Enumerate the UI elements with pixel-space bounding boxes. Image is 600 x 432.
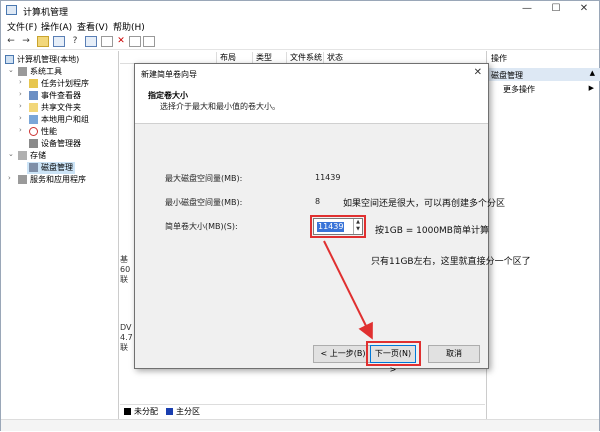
device-manager-icon [29, 139, 38, 148]
actions-selected-label: 磁盘管理 [491, 71, 523, 80]
legend-unallocated: 未分配 [134, 407, 158, 416]
more-actions-label: 更多操作 [503, 85, 535, 94]
chevron-right-icon[interactable]: › [19, 90, 27, 98]
tree-item-label: 计算机管理(本地) [17, 55, 80, 64]
export-list-icon[interactable] [101, 36, 113, 47]
actions-header: 操作 [491, 54, 507, 63]
max-space-value: 11439 [315, 173, 341, 182]
close-icon[interactable]: ✕ [474, 67, 482, 78]
help-icon[interactable]: ? [69, 36, 81, 47]
more-actions[interactable]: 更多操作 [503, 84, 535, 95]
annotation-box-size [310, 215, 366, 238]
primary-swatch [166, 408, 173, 415]
max-space-label: 最大磁盘空间量(MB): [165, 174, 243, 183]
menu-help[interactable]: 帮助(H) [113, 20, 145, 33]
disk-legend: 未分配 主分区 [120, 404, 485, 418]
tree-item-label: 共享文件夹 [41, 103, 81, 112]
menu-view[interactable]: 查看(V) [77, 20, 108, 33]
annotation-note-2: 按1GB = 1000MB简单计算 [375, 226, 489, 236]
window-title: 计算机管理 [23, 8, 69, 18]
chevron-right-icon[interactable]: › [19, 114, 27, 122]
tools-icon [18, 67, 27, 76]
tree-item-label: 系统工具 [30, 67, 62, 76]
new-simple-volume-wizard: 新建简单卷向导 ✕ 指定卷大小 选择介于最大和最小值的卷大小。 最大磁盘空间量(… [134, 63, 489, 374]
status-bar [1, 419, 599, 431]
toolbar: ← → ? ✕ [1, 33, 599, 50]
tree-item-label: 磁盘管理 [41, 163, 73, 172]
back-button[interactable]: < 上一步(B) [313, 345, 373, 363]
actions-pane: 操作 磁盘管理 ▲ 更多操作 ▶ [486, 51, 600, 419]
performance-icon [29, 127, 38, 136]
tree-item-label: 事件查看器 [41, 91, 81, 100]
chevron-right-icon[interactable]: ▶ [589, 84, 594, 92]
tree-item-label: 存储 [30, 151, 46, 160]
shared-folder-icon [29, 103, 38, 112]
console-tree: 计算机管理(本地) ⌄ 系统工具 › 任务计划程序 › 事件查看器 › 共享文件… [1, 51, 119, 419]
storage-icon [18, 151, 27, 160]
wizard-title-bar: 新建简单卷向导 ✕ [135, 64, 488, 84]
users-icon [29, 115, 38, 124]
view-icon[interactable] [143, 36, 155, 47]
chevron-down-icon[interactable]: ⌄ [8, 66, 16, 74]
folder-icon[interactable] [37, 36, 49, 47]
minimize-icon[interactable]: — [513, 1, 541, 19]
annotation-note-3: 只有11GB左右，这里就直接分一个区了 [371, 257, 531, 267]
chevron-right-icon[interactable]: › [8, 174, 16, 182]
properties-icon[interactable] [85, 36, 97, 47]
computer-icon [5, 55, 14, 64]
cancel-button[interactable]: 取消 [428, 345, 480, 363]
legend-primary: 主分区 [176, 407, 200, 416]
chevron-right-icon[interactable]: › [19, 102, 27, 110]
back-arrow-icon[interactable]: ← [5, 36, 17, 47]
min-space-value: 8 [315, 197, 321, 206]
disk-icon [29, 163, 38, 172]
menu-action[interactable]: 操作(A) [41, 20, 72, 33]
annotation-note-1: 如果空间还是很大，可以再创建多个分区 [343, 199, 506, 209]
chevron-right-icon[interactable]: › [19, 78, 27, 86]
annotation-box-next [366, 341, 421, 366]
chevron-right-icon[interactable]: › [19, 126, 27, 134]
close-icon[interactable]: ✕ [570, 1, 598, 19]
menu-bar: 文件(F) 操作(A) 查看(V) 帮助(H) [1, 19, 599, 33]
unallocated-swatch [124, 408, 131, 415]
new-icon[interactable] [129, 36, 141, 47]
volume-size-label: 简单卷大小(MB)(S): [165, 222, 238, 231]
tree-item-label: 服务和应用程序 [30, 175, 86, 184]
delete-icon[interactable]: ✕ [115, 36, 127, 47]
tree-item-disk-management[interactable]: 磁盘管理 [27, 162, 75, 174]
clock-icon [29, 79, 38, 88]
min-space-label: 最小磁盘空间量(MB): [165, 198, 243, 207]
wizard-subheading: 选择介于最大和最小值的卷大小。 [160, 102, 280, 111]
computer-management-window: 计算机管理 — ☐ ✕ 文件(F) 操作(A) 查看(V) 帮助(H) ← → … [0, 0, 600, 431]
forward-arrow-icon[interactable]: → [20, 36, 32, 47]
wizard-header: 指定卷大小 选择介于最大和最小值的卷大小。 [135, 84, 488, 124]
chevron-down-icon[interactable]: ⌄ [8, 150, 16, 158]
tree-item-label: 性能 [41, 127, 57, 136]
services-icon [18, 175, 27, 184]
tree-item-label: 本地用户和组 [41, 115, 89, 124]
actions-disk-management[interactable]: 磁盘管理 ▲ [487, 68, 600, 81]
wizard-title: 新建简单卷向导 [141, 70, 197, 79]
event-viewer-icon [29, 91, 38, 100]
menu-file[interactable]: 文件(F) [7, 20, 37, 33]
tree-item-label: 任务计划程序 [41, 79, 89, 88]
console-tree-icon[interactable] [53, 36, 65, 47]
tree-item-label: 设备管理器 [41, 139, 81, 148]
title-bar: 计算机管理 — ☐ ✕ [1, 1, 599, 19]
wizard-heading: 指定卷大小 [148, 91, 188, 100]
computer-management-icon [6, 5, 17, 15]
maximize-icon[interactable]: ☐ [542, 1, 570, 19]
collapse-icon[interactable]: ▲ [590, 69, 595, 77]
